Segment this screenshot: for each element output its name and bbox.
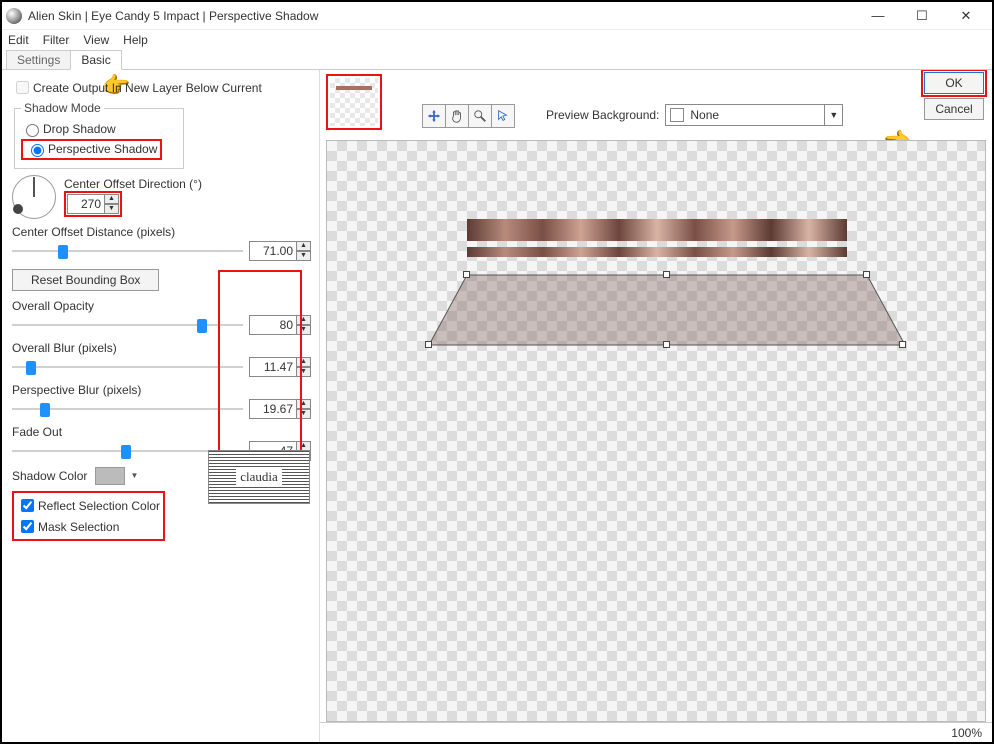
dialog-buttons: 👉 OK Cancel (924, 72, 984, 120)
reflect-selection-input[interactable] (21, 499, 34, 512)
watermark: claudia (208, 450, 310, 504)
window-controls: ― ☐ ✕ (856, 3, 988, 29)
preview-bg-swatch-icon (670, 108, 684, 122)
center-offset-direction-label: Center Offset Direction (°) (64, 177, 202, 191)
preview-background-select[interactable]: None ▼ (665, 104, 843, 126)
preview-object-edge (467, 247, 847, 257)
tab-strip: Settings Basic (2, 50, 992, 70)
center-offset-distance-spin[interactable]: ▲▼ (249, 241, 311, 261)
zoom-tool-button[interactable] (468, 104, 492, 128)
shadow-mode-group: Shadow Mode Drop Shadow Perspective Shad… (14, 101, 184, 169)
handle-icon[interactable] (463, 271, 470, 278)
close-button[interactable]: ✕ (944, 3, 988, 29)
reset-bounding-box-button[interactable]: Reset Bounding Box (12, 269, 159, 291)
perspective-blur-slider[interactable] (12, 401, 243, 417)
settings-panel: Create Output In New Layer Below Current… (2, 70, 320, 742)
center-offset-distance-label: Center Offset Distance (pixels) (12, 225, 311, 239)
ok-button[interactable]: OK (924, 72, 984, 94)
hand-tool-button[interactable] (445, 104, 469, 128)
title-bar: Alien Skin | Eye Candy 5 Impact | Perspe… (2, 2, 992, 30)
preview-object (467, 219, 847, 241)
menu-view[interactable]: View (83, 33, 109, 47)
shadow-bounding-box[interactable] (427, 271, 907, 349)
shadow-color-label: Shadow Color (12, 469, 87, 483)
tab-basic[interactable]: Basic (70, 50, 121, 70)
center-offset-direction-spin[interactable]: ▲▼ (67, 194, 119, 214)
create-output-input[interactable] (16, 81, 29, 94)
menu-edit[interactable]: Edit (8, 33, 29, 47)
drop-shadow-label: Drop Shadow (43, 122, 116, 136)
mask-selection-label: Mask Selection (38, 520, 119, 534)
status-bar: 100% (320, 722, 992, 742)
center-offset-distance-value[interactable] (249, 241, 297, 261)
center-offset-distance-slider[interactable] (12, 243, 243, 259)
maximize-button[interactable]: ☐ (900, 3, 944, 29)
perspective-shadow-input[interactable] (31, 144, 44, 157)
center-offset-direction: Center Offset Direction (°) ▲▼ (12, 175, 311, 219)
create-output-checkbox[interactable]: Create Output In New Layer Below Current (12, 78, 311, 97)
handle-icon[interactable] (899, 341, 906, 348)
body: Create Output In New Layer Below Current… (2, 70, 992, 742)
reflect-selection-label: Reflect Selection Color (38, 499, 160, 513)
preview-background-value: None (690, 108, 719, 122)
handle-icon[interactable] (425, 341, 432, 348)
overall-blur-slider[interactable] (12, 359, 243, 375)
preview-toolbar: Preview Background: None ▼ 👉 OK Cancel (320, 70, 992, 140)
shadow-color-swatch[interactable] (95, 467, 125, 485)
app-window: Alien Skin | Eye Candy 5 Impact | Perspe… (0, 0, 994, 744)
drop-shadow-radio[interactable]: Drop Shadow (21, 121, 177, 137)
reflect-selection-checkbox[interactable]: Reflect Selection Color (17, 496, 160, 515)
move-tool-button[interactable] (422, 104, 446, 128)
handle-icon[interactable] (663, 271, 670, 278)
tab-settings[interactable]: Settings (6, 50, 71, 70)
overall-opacity-slider[interactable] (12, 317, 243, 333)
zoom-level: 100% (951, 726, 982, 740)
chevron-down-icon[interactable]: ▼ (825, 104, 843, 126)
cancel-button[interactable]: Cancel (924, 98, 984, 120)
center-offset-distance: Center Offset Distance (pixels) ▲▼ (12, 225, 311, 261)
preview-thumbnail[interactable] (326, 74, 382, 130)
preview-background-label: Preview Background: (546, 108, 659, 122)
spin-up-icon[interactable]: ▲ (105, 194, 119, 204)
handle-icon[interactable] (863, 271, 870, 278)
menu-help[interactable]: Help (123, 33, 148, 47)
minimize-button[interactable]: ― (856, 3, 900, 29)
direction-dial[interactable] (12, 175, 56, 219)
handle-icon[interactable] (663, 341, 670, 348)
spin-down-icon[interactable]: ▼ (105, 204, 119, 214)
perspective-shadow-radio[interactable]: Perspective Shadow (21, 139, 177, 160)
drop-shadow-input[interactable] (26, 124, 39, 137)
perspective-shadow-label: Perspective Shadow (48, 142, 157, 156)
window-title: Alien Skin | Eye Candy 5 Impact | Perspe… (28, 9, 856, 23)
app-icon (6, 8, 22, 24)
create-output-label: Create Output In New Layer Below Current (33, 81, 262, 95)
preview-panel: Preview Background: None ▼ 👉 OK Cancel (320, 70, 992, 742)
menu-bar: Edit Filter View Help 👉 (2, 30, 992, 50)
mask-selection-input[interactable] (21, 520, 34, 533)
tool-buttons (422, 104, 514, 128)
shadow-mode-legend: Shadow Mode (21, 101, 104, 115)
center-offset-direction-value[interactable] (67, 194, 105, 214)
pointer-tool-button[interactable] (491, 104, 515, 128)
mask-selection-checkbox[interactable]: Mask Selection (17, 517, 160, 536)
menu-filter[interactable]: Filter (43, 33, 70, 47)
preview-canvas[interactable] (326, 140, 986, 722)
watermark-text: claudia (236, 469, 282, 485)
